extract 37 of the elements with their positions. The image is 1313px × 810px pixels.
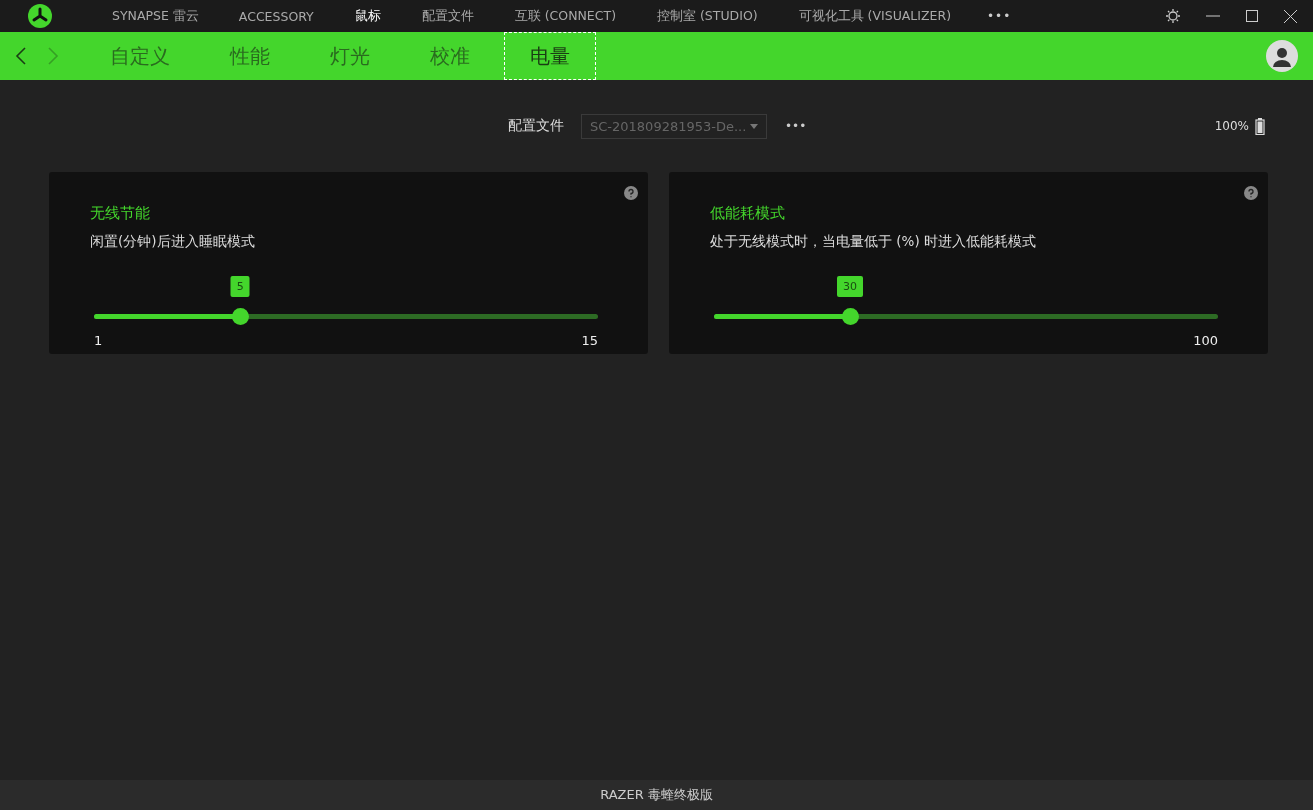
card-title: 低能耗模式 xyxy=(710,204,786,223)
sub-tab[interactable]: 电量 xyxy=(504,32,596,80)
card-description: 闲置(分钟)后进入睡眠模式 xyxy=(90,233,256,251)
max-label: 15 xyxy=(581,333,598,348)
min-label: 1 xyxy=(94,333,103,348)
close-icon[interactable] xyxy=(1284,9,1297,23)
nav-tab[interactable]: 可视化工具 (VISUALIZER) xyxy=(798,7,952,25)
device-name: RAZER 毒蝰终极版 xyxy=(0,780,1313,810)
max-label: 100 xyxy=(1193,333,1218,348)
card-title: 无线节能 xyxy=(90,204,151,223)
nav-tab[interactable]: 控制室 (STUDIO) xyxy=(657,7,758,25)
nav-tab[interactable]: 鼠标 xyxy=(354,7,381,25)
battery-icon xyxy=(1255,117,1265,135)
logo-icon[interactable] xyxy=(28,4,52,28)
nav-tab[interactable]: 配置文件 xyxy=(421,7,474,25)
profile-label: 配置文件 xyxy=(508,117,564,135)
back-icon[interactable] xyxy=(14,46,28,66)
nav-tab[interactable]: 互联 (CONNECT) xyxy=(514,7,616,25)
nav-tab[interactable]: SYNAPSE 雷云 xyxy=(112,7,199,25)
help-icon[interactable] xyxy=(624,186,638,200)
slider-thumb[interactable] xyxy=(842,308,860,325)
more-button[interactable]: ••• xyxy=(987,9,1012,23)
settings-icon[interactable] xyxy=(1166,9,1180,23)
maximize-icon[interactable] xyxy=(1246,10,1258,22)
nav-tab[interactable]: ACCESSORY xyxy=(238,8,314,24)
more-button[interactable]: ••• xyxy=(785,119,807,133)
caret-icon xyxy=(750,123,758,129)
battery-reading: 100% xyxy=(1214,119,1249,133)
value-tooltip: 30 xyxy=(837,276,864,297)
slider-thumb[interactable] xyxy=(232,308,250,325)
card-description: 处于无线模式时，当电量低于 (%) 时进入低能耗模式 xyxy=(710,233,1037,251)
avatar-icon[interactable] xyxy=(1266,40,1298,72)
slider-track[interactable] xyxy=(94,314,598,319)
value-tooltip: 5 xyxy=(230,276,250,297)
sub-tab[interactable]: 校准 xyxy=(404,32,496,80)
slider-track[interactable] xyxy=(714,314,1218,319)
help-icon[interactable] xyxy=(1244,186,1258,200)
